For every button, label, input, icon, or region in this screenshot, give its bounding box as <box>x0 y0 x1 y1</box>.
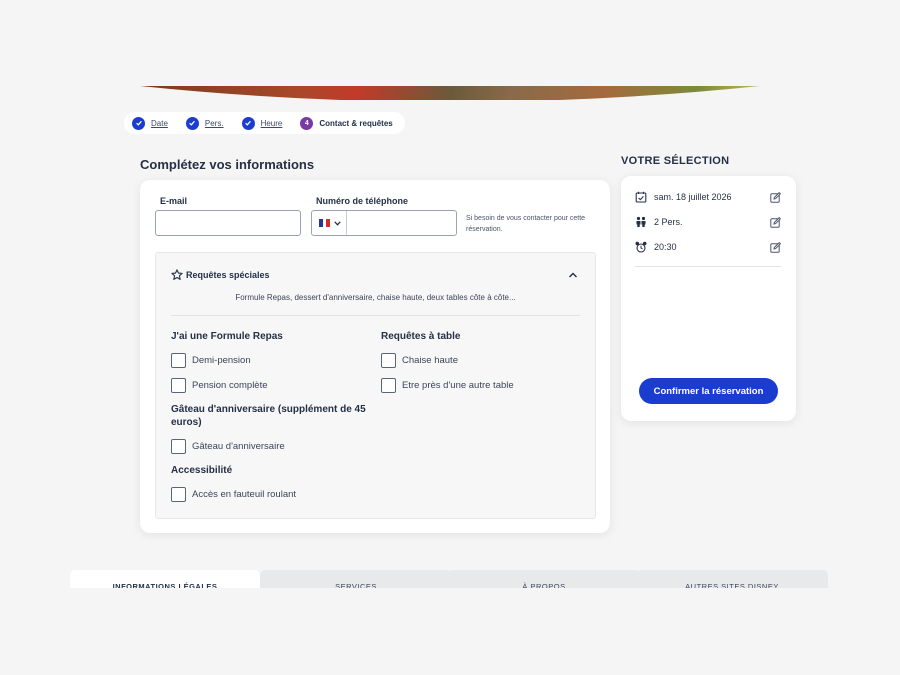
step-date[interactable]: Date <box>132 116 168 130</box>
edit-icon[interactable] <box>770 216 781 228</box>
checkbox-near-table[interactable]: Etre près d'une autre table <box>381 378 514 393</box>
chevron-down-icon <box>334 220 341 226</box>
checkbox[interactable] <box>381 353 396 368</box>
edit-icon[interactable] <box>770 241 781 253</box>
check-icon <box>241 116 255 130</box>
birthday-cake-title: Gâteau d'anniversaire (supplément de 45 … <box>171 404 366 428</box>
divider <box>635 266 781 267</box>
star-icon <box>171 269 183 280</box>
check-icon <box>185 116 199 130</box>
meal-plan-title: J'ai une Formule Repas <box>171 331 283 342</box>
tab-other-disney-sites[interactable]: AUTRES SITES DISNEY <box>636 570 828 588</box>
checkbox-high-chair[interactable]: Chaise haute <box>381 353 458 368</box>
phone-field-group <box>311 210 476 236</box>
selection-persons: 2 Pers. <box>654 217 683 227</box>
checkbox-label: Chaise haute <box>402 355 458 366</box>
divider <box>171 315 580 316</box>
calendar-icon <box>635 191 647 203</box>
checkbox-label: Accès en fauteuil roulant <box>192 489 297 500</box>
contact-form-card: E-mail Numéro de téléphone Si besoin de … <box>140 180 610 533</box>
tab-legal-information[interactable]: INFORMATIONS LÉGALES <box>70 570 260 588</box>
phone-label: Numéro de téléphone <box>316 196 409 206</box>
checkbox-label: Etre près d'une autre table <box>402 380 514 391</box>
mickey-clock-icon <box>635 241 647 253</box>
checkbox-label: Pension complète <box>192 380 268 391</box>
checkbox-full-board[interactable]: Pension complète <box>171 378 268 393</box>
checkbox[interactable] <box>171 439 186 454</box>
step-number: 4 <box>300 116 314 130</box>
chevron-up-icon[interactable] <box>567 269 579 281</box>
step-label[interactable]: Pers. <box>205 119 224 128</box>
phone-hint: Si besoin de vous contacter pour cette r… <box>466 215 586 233</box>
checkbox-label: Demi-pension <box>192 355 251 366</box>
selection-persons-row: 2 Pers. <box>635 216 781 228</box>
edit-icon[interactable] <box>770 191 781 203</box>
special-requests-panel: Requêtes spéciales Formule Repas, desser… <box>155 252 596 519</box>
country-selector[interactable] <box>312 211 347 235</box>
step-label[interactable]: Date <box>151 119 168 128</box>
people-icon <box>636 216 646 227</box>
checkbox[interactable] <box>381 378 396 393</box>
checkbox-label: Gâteau d'anniversaire <box>192 441 285 452</box>
step-time[interactable]: Heure <box>241 116 283 130</box>
selection-time-row: 20:30 <box>635 241 781 253</box>
checkbox[interactable] <box>171 353 186 368</box>
phone-field[interactable] <box>347 211 476 235</box>
accessibility-title: Accessibilité <box>171 465 233 476</box>
selection-date-row: sam. 18 juillet 2026 <box>635 191 781 203</box>
france-flag-icon <box>319 219 331 227</box>
step-persons[interactable]: Pers. <box>185 116 224 130</box>
checkbox[interactable] <box>171 487 186 502</box>
selection-title: VOTRE SÉLECTION <box>621 155 730 167</box>
check-icon <box>132 116 145 130</box>
special-requests-title: Requêtes spéciales <box>186 270 270 280</box>
tab-about[interactable]: À PROPOS <box>448 570 640 588</box>
tab-services[interactable]: SERVICES <box>260 570 452 588</box>
special-requests-header[interactable]: Requêtes spéciales <box>171 269 270 281</box>
hero-image <box>140 86 760 100</box>
table-requests-title: Requêtes à table <box>381 331 461 342</box>
special-requests-summary: Formule Repas, dessert d'anniversaire, c… <box>235 293 516 302</box>
checkbox[interactable] <box>171 378 186 393</box>
step-label[interactable]: Heure <box>261 119 283 128</box>
step-contact: 4 Contact & requêtes <box>300 116 393 130</box>
checkbox-birthday-cake[interactable]: Gâteau d'anniversaire <box>171 439 285 454</box>
step-label: Contact & requêtes <box>319 118 393 128</box>
email-field[interactable] <box>155 210 301 236</box>
confirm-reservation-button[interactable]: Confirmer la réservation <box>639 378 778 404</box>
selection-card: sam. 18 juillet 2026 2 Pers. 20:30 Confi… <box>621 176 796 421</box>
checkbox-half-board[interactable]: Demi-pension <box>171 353 251 368</box>
selection-date: sam. 18 juillet 2026 <box>654 192 732 202</box>
booking-stepper: Date Pers. Heure 4 Contact & requêtes <box>124 112 405 134</box>
page-title: Complétez vos informations <box>140 157 315 172</box>
checkbox-wheelchair[interactable]: Accès en fauteuil roulant <box>171 487 296 502</box>
selection-time: 20:30 <box>654 242 677 252</box>
footer-tabs: SERVICES À PROPOS AUTRES SITES DISNEY IN… <box>70 570 828 588</box>
email-label: E-mail <box>160 196 188 206</box>
